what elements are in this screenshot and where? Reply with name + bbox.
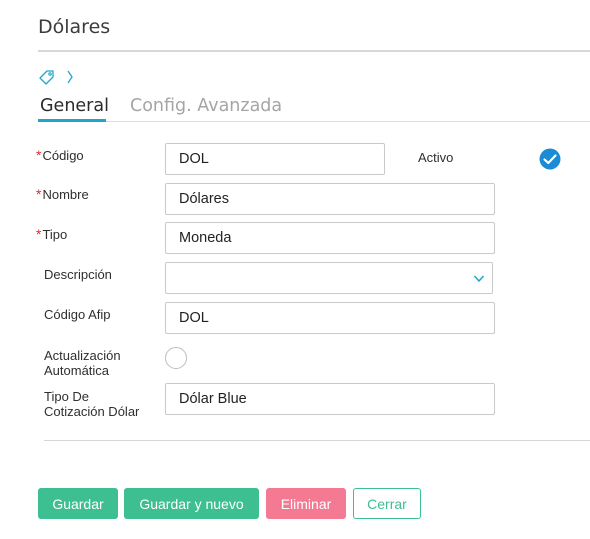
chevron-right-icon bbox=[67, 70, 73, 84]
save-and-new-button[interactable]: Guardar y nuevo bbox=[124, 488, 259, 519]
tab-bar: General Config. Avanzada bbox=[38, 94, 590, 124]
title-divider bbox=[38, 50, 590, 52]
required-marker: * bbox=[36, 226, 42, 242]
codigo-label-text: Código bbox=[42, 148, 84, 163]
nombre-field[interactable]: Dólares bbox=[165, 183, 495, 215]
required-marker: * bbox=[36, 147, 42, 163]
nombre-label-text: Nombre bbox=[42, 187, 89, 202]
actualizacion-label-line1: Actualización bbox=[44, 348, 121, 363]
codigo-label: *Código bbox=[36, 147, 84, 164]
tab-general[interactable]: General bbox=[40, 94, 109, 118]
descripcion-label: Descripción bbox=[44, 267, 112, 282]
tabs-divider bbox=[38, 121, 590, 122]
tipo-label: *Tipo bbox=[36, 226, 68, 243]
active-tab-indicator bbox=[38, 119, 106, 122]
codigo-field[interactable]: DOL bbox=[165, 143, 385, 175]
required-marker: * bbox=[36, 186, 42, 202]
delete-button[interactable]: Eliminar bbox=[266, 488, 346, 519]
save-button[interactable]: Guardar bbox=[38, 488, 118, 519]
codigo-afip-field[interactable]: DOL bbox=[165, 302, 495, 334]
tag-icon[interactable] bbox=[38, 69, 56, 85]
check-circle-icon[interactable] bbox=[539, 148, 561, 170]
tab-config-avanzada[interactable]: Config. Avanzada bbox=[130, 94, 282, 118]
tipo-label-text: Tipo bbox=[42, 227, 68, 242]
actualizacion-label: Actualización Automática bbox=[44, 348, 121, 378]
codigo-afip-label: Código Afip bbox=[44, 307, 111, 322]
nombre-label: *Nombre bbox=[36, 186, 89, 203]
activo-label: Activo bbox=[418, 150, 454, 165]
form-divider bbox=[44, 440, 590, 441]
tipo-cotizacion-label-line2: Cotización Dólar bbox=[44, 404, 140, 419]
close-button[interactable]: Cerrar bbox=[353, 488, 421, 519]
chevron-down-icon bbox=[473, 275, 485, 283]
descripcion-select[interactable] bbox=[165, 262, 493, 294]
tipo-cotizacion-field[interactable]: Dólar Blue bbox=[165, 383, 495, 415]
tipo-cotizacion-label: Tipo De Cotización Dólar bbox=[44, 389, 139, 419]
tipo-cotizacion-label-line1: Tipo De bbox=[44, 389, 90, 404]
actualizacion-toggle[interactable] bbox=[165, 347, 187, 369]
tipo-field[interactable]: Moneda bbox=[165, 222, 495, 254]
page-title: Dólares bbox=[38, 16, 111, 38]
actualizacion-label-line2: Automática bbox=[44, 363, 110, 378]
